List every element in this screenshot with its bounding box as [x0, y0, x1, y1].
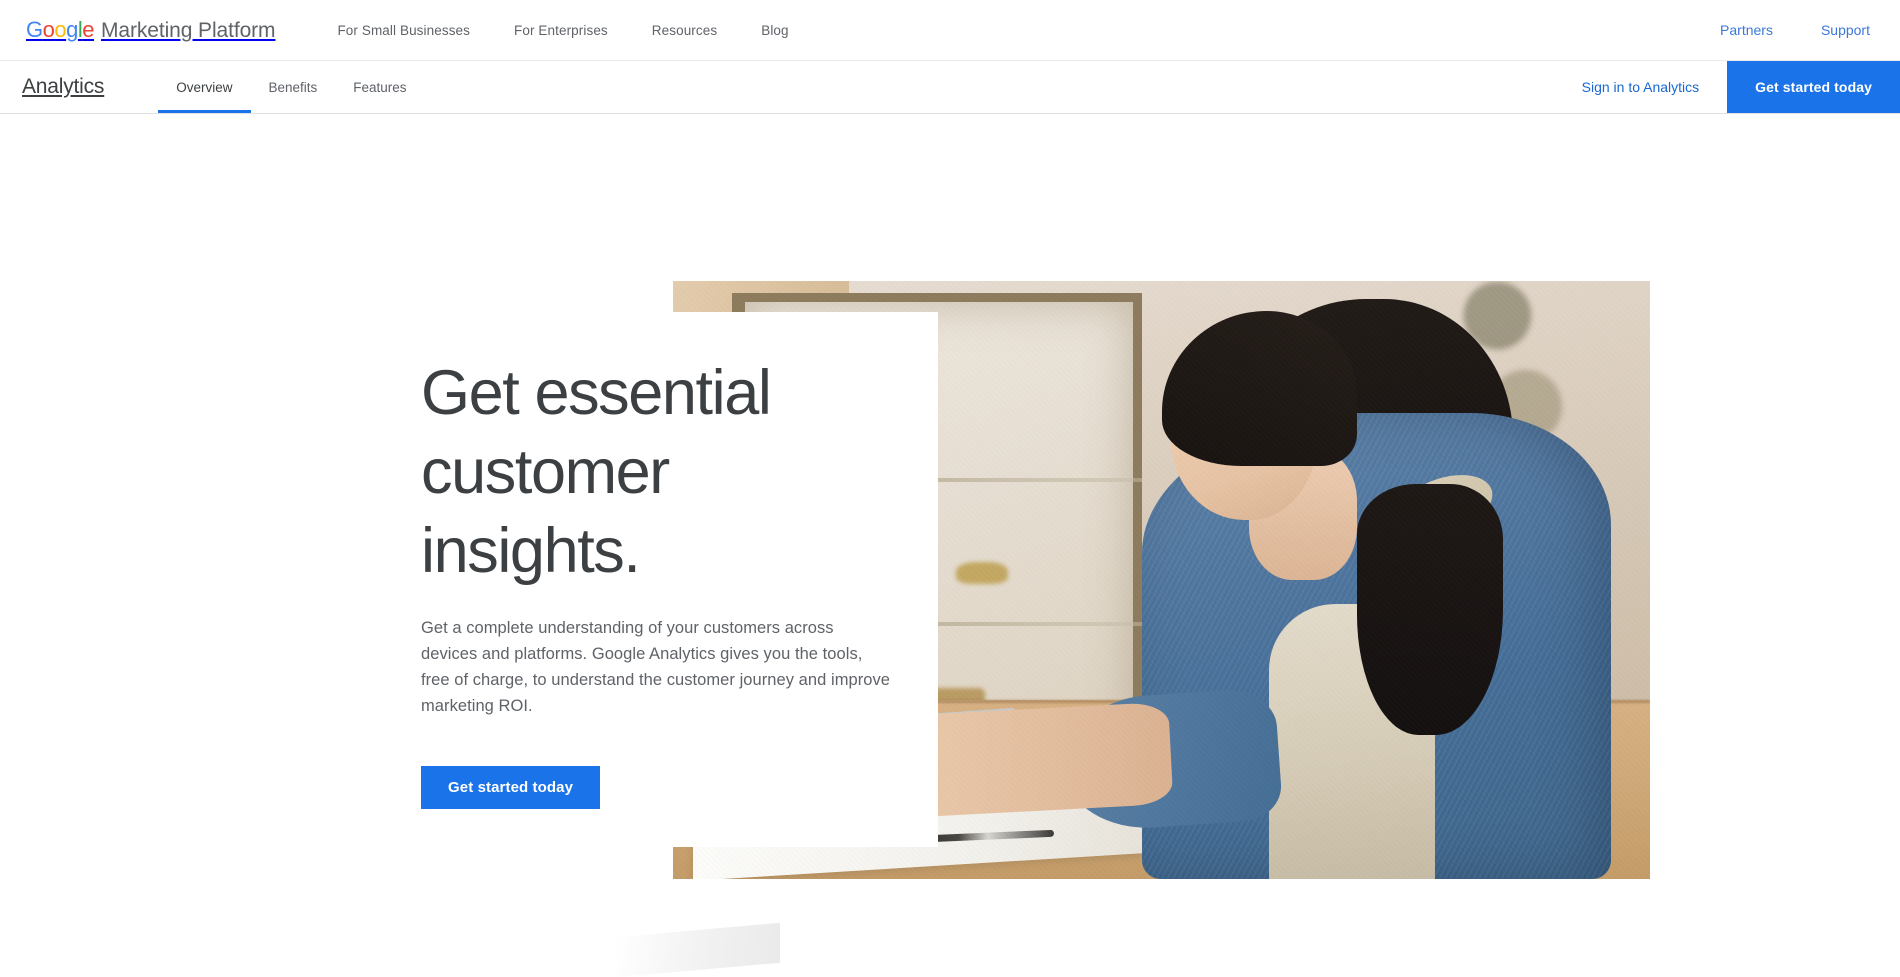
product-tabs: Overview Benefits Features [158, 61, 424, 113]
nav-item-for-small-businesses[interactable]: For Small Businesses [315, 23, 492, 38]
google-letter-o1: o [42, 17, 55, 42]
nav-item-blog[interactable]: Blog [739, 23, 810, 38]
google-letter-o2: o [54, 17, 67, 42]
partners-link[interactable]: Partners [1696, 22, 1797, 38]
hero-copy-block: Get essential customer insights. Get a c… [421, 354, 891, 809]
google-letter-g1: G [26, 17, 43, 42]
tab-features[interactable]: Features [335, 61, 424, 113]
nav-item-resources[interactable]: Resources [630, 23, 739, 38]
hero-headline-line-1: Get essential [421, 358, 772, 428]
google-letter-e: e [82, 17, 95, 42]
hero-paragraph: Get a complete understanding of your cus… [421, 619, 891, 715]
support-link[interactable]: Support [1797, 22, 1870, 38]
google-marketing-platform-bar: Google Marketing Platform For Small Busi… [0, 0, 1900, 61]
gmp-primary-nav: For Small Businesses For Enterprises Res… [315, 23, 810, 38]
gmp-utility-links: Partners Support [1696, 22, 1870, 38]
hero-headline-line-2: customer [421, 437, 670, 507]
product-bar-actions: Sign in to Analytics Get started today [1582, 61, 1900, 113]
get-started-today-hero-button[interactable]: Get started today [421, 766, 601, 809]
gmp-logo[interactable]: Google Marketing Platform [26, 17, 276, 43]
product-title-analytics[interactable]: Analytics [22, 75, 104, 99]
google-wordmark: Google [26, 17, 95, 43]
tab-benefits[interactable]: Benefits [251, 61, 336, 113]
hero-headline-line-3: insights. [421, 516, 641, 586]
nav-item-for-enterprises[interactable]: For Enterprises [492, 23, 630, 38]
hero-section: Get essential customer insights. Get a c… [0, 114, 1900, 952]
sign-in-to-analytics-link[interactable]: Sign in to Analytics [1582, 79, 1700, 95]
see-whats-in-it-section: See what’s in it [0, 952, 1900, 977]
marketing-platform-label: Marketing Platform [101, 19, 276, 42]
google-letter-g2: g [66, 17, 78, 42]
get-started-today-nav-button[interactable]: Get started today [1727, 61, 1900, 113]
hero-headline: Get essential customer insights. [421, 354, 891, 591]
analytics-product-bar: Analytics Overview Benefits Features Sig… [0, 61, 1900, 114]
tab-overview[interactable]: Overview [158, 61, 251, 113]
